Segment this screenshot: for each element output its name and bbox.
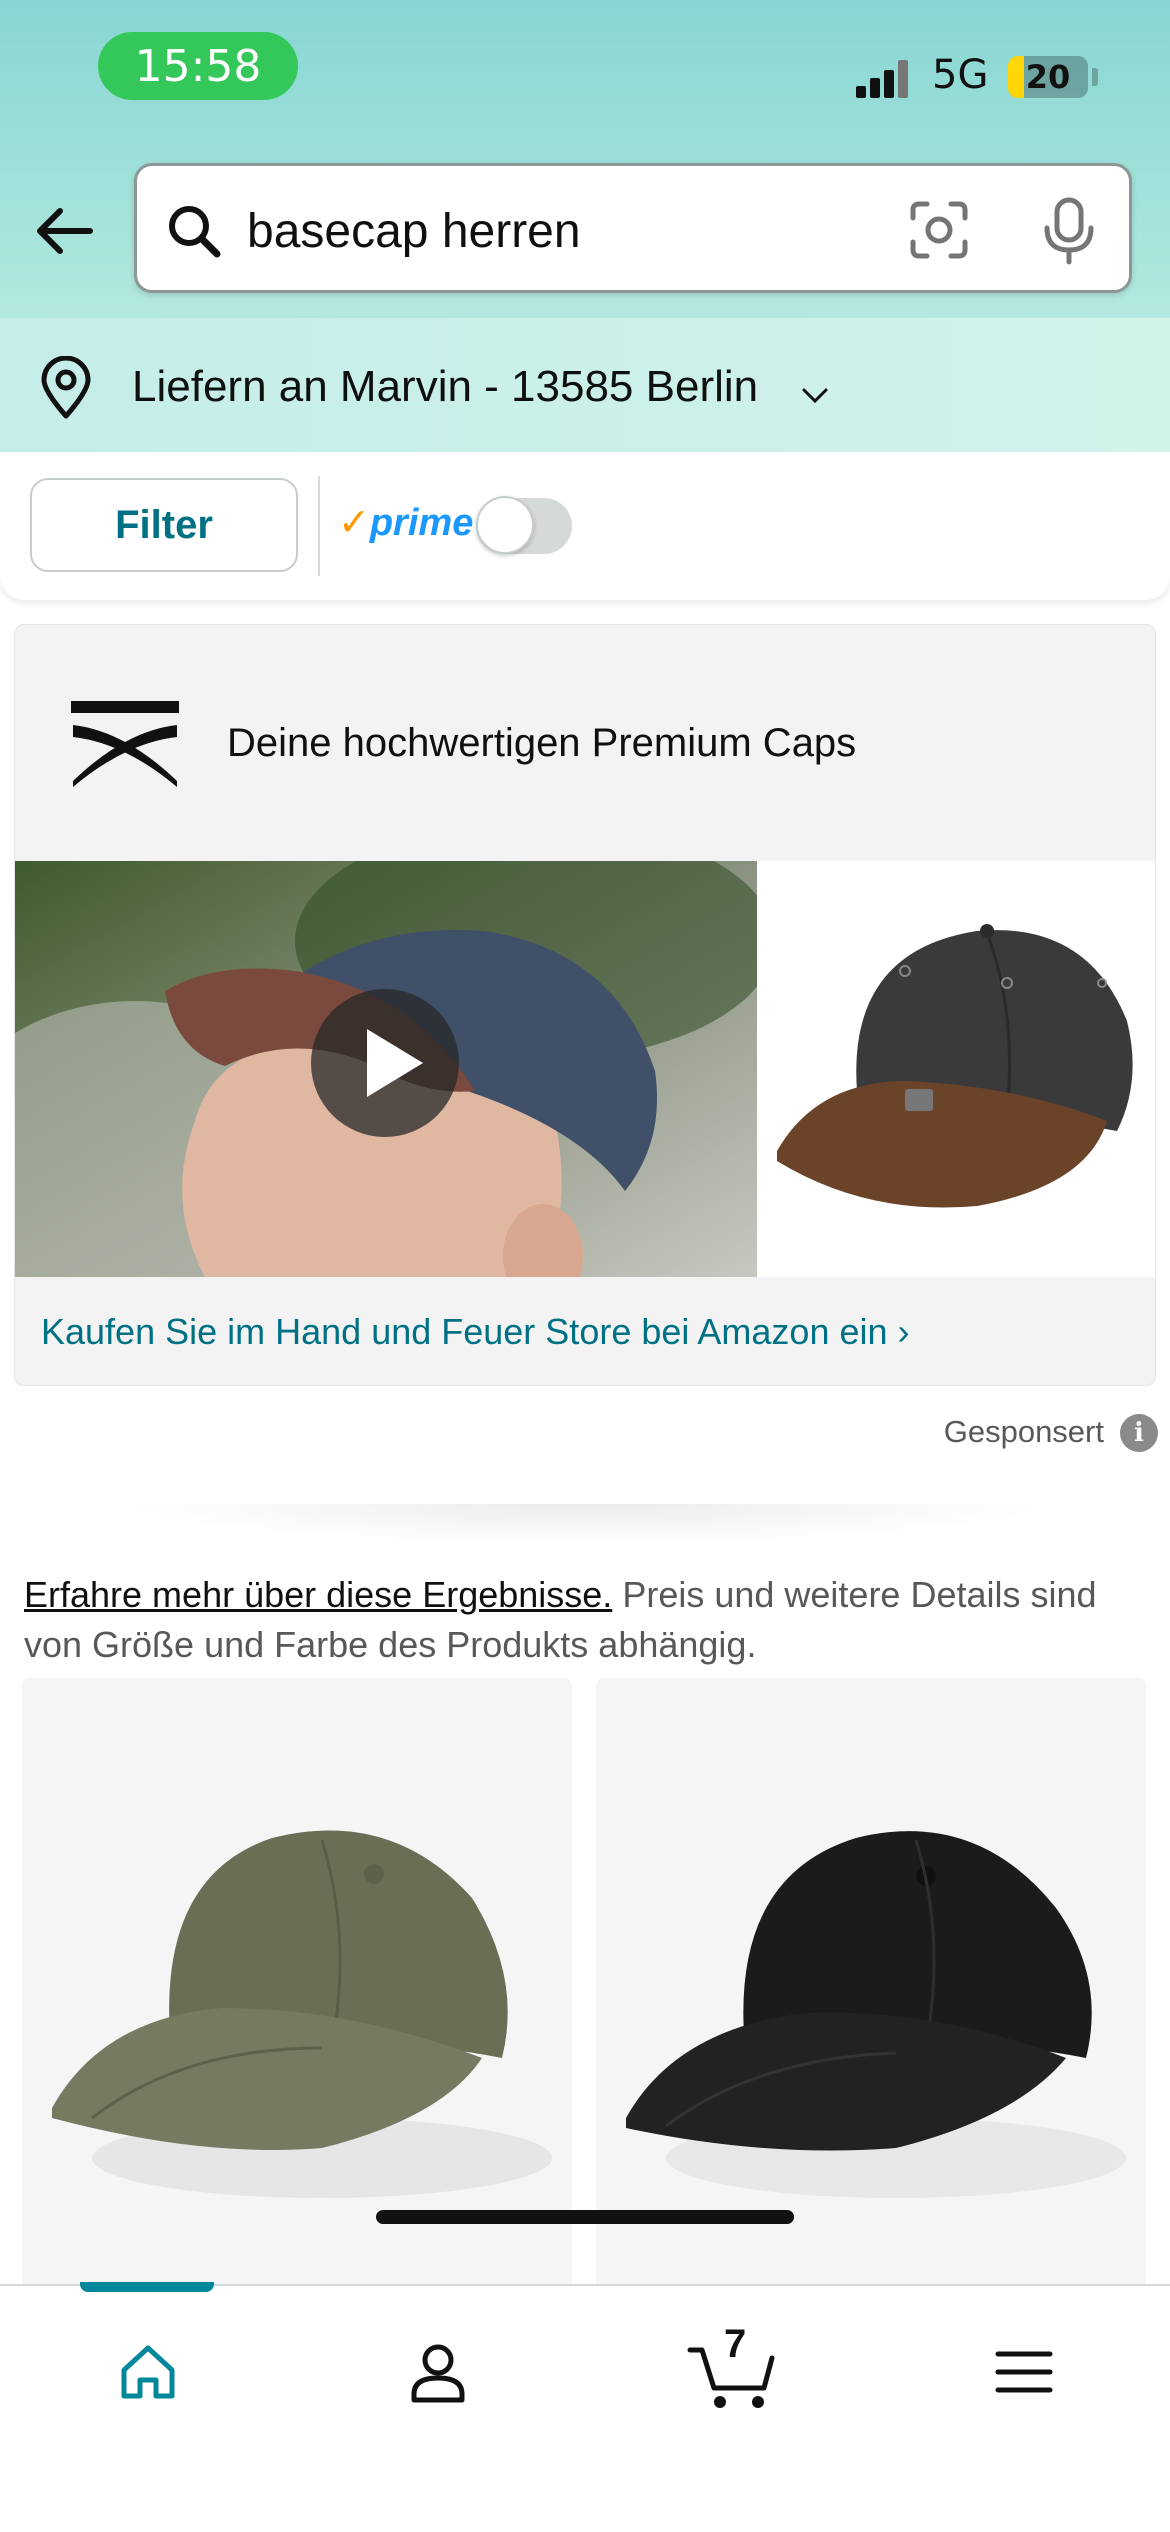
- back-button[interactable]: [30, 195, 102, 267]
- home-indicator[interactable]: [376, 2210, 794, 2224]
- network-type: 5G: [932, 52, 989, 98]
- home-icon: [121, 2345, 175, 2399]
- search-icon: [169, 206, 221, 258]
- prime-logo: ✓prime: [338, 500, 473, 556]
- battery-percent: 20: [1025, 58, 1071, 96]
- filter-button[interactable]: Filter: [30, 478, 298, 572]
- arrow-left-icon: [37, 208, 93, 254]
- toggle-knob: [476, 496, 534, 554]
- camera-scan-icon[interactable]: [907, 198, 971, 262]
- search-input[interactable]: basecap herren: [134, 163, 1132, 293]
- delivery-location-bar[interactable]: Liefern an Marvin - 13585 Berlin: [0, 318, 1170, 452]
- battery-cap: [1092, 68, 1098, 86]
- nav-home[interactable]: [88, 2322, 208, 2422]
- signal-bars-icon: [856, 58, 912, 98]
- grey-cap-image: [777, 924, 1133, 1208]
- nav-account[interactable]: [378, 2322, 498, 2422]
- filter-bar: Filter ✓prime: [0, 452, 1170, 600]
- product-tile[interactable]: [596, 1678, 1146, 2298]
- divider: [318, 476, 320, 576]
- brand-headline: Deine hochwertigen Premium Caps: [227, 721, 857, 765]
- delivery-address: Liefern an Marvin - 13585 Berlin: [132, 362, 759, 411]
- status-time: 15:58: [98, 32, 298, 100]
- brand-product-image[interactable]: [757, 861, 1155, 1277]
- battery-icon: 20: [1008, 56, 1088, 98]
- play-button[interactable]: [311, 989, 459, 1137]
- prime-toggle[interactable]: [476, 496, 572, 554]
- olive-cap-image: [52, 1830, 552, 2198]
- results-learn-more-link[interactable]: Erfahre mehr über diese Ergebnisse.: [24, 1574, 612, 1615]
- prime-check-icon: ✓: [338, 502, 370, 544]
- status-bar: 15:58 5G 20: [0, 0, 1170, 140]
- results-info: Erfahre mehr über diese Ergebnisse. Prei…: [24, 1570, 1144, 1670]
- bottom-navigation: 7: [0, 2282, 1170, 2532]
- location-pin-icon: [41, 356, 91, 419]
- product-tile[interactable]: [22, 1678, 572, 2298]
- brand-logo: [71, 701, 179, 787]
- person-icon: [411, 2344, 465, 2403]
- sponsored-brand-card[interactable]: Deine hochwertigen Premium Caps Kaufen S…: [14, 624, 1156, 1386]
- prime-label: prime: [369, 502, 474, 544]
- nav-menu[interactable]: [964, 2322, 1084, 2422]
- cart-count-badge: 7: [724, 2322, 747, 2366]
- search-query[interactable]: basecap herren: [247, 204, 581, 259]
- black-cap-image: [626, 1831, 1126, 2198]
- chevron-down-icon: [802, 388, 828, 404]
- nav-cart[interactable]: 7: [672, 2322, 792, 2422]
- brand-store-link[interactable]: Kaufen Sie im Hand und Feuer Store bei A…: [41, 1311, 910, 1353]
- info-icon[interactable]: i: [1120, 1414, 1158, 1452]
- microphone-icon[interactable]: [1037, 196, 1101, 266]
- section-divider-shadow: [120, 1504, 1050, 1544]
- active-tab-indicator: [80, 2282, 214, 2292]
- brand-video[interactable]: [15, 861, 757, 1277]
- hamburger-menu-icon: [995, 2351, 1053, 2393]
- sponsored-label: Gesponsert: [943, 1414, 1104, 1449]
